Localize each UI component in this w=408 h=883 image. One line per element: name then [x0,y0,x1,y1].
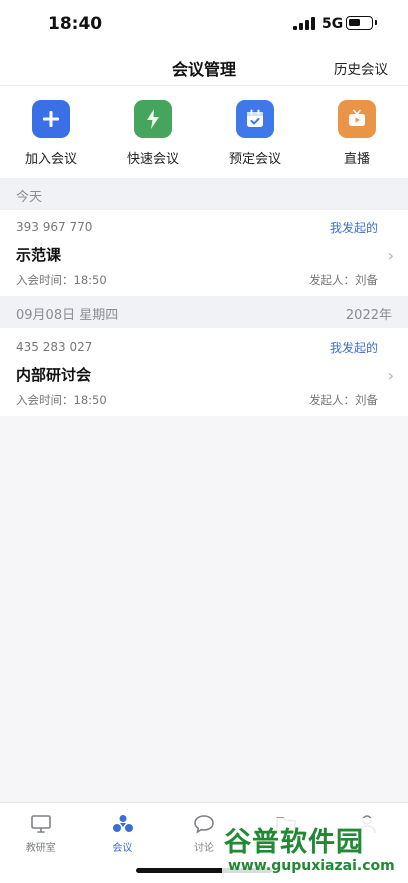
meeting-host: 发起人：刘备 [309,273,378,287]
join-meeting-button[interactable]: 加入会议 [0,86,102,178]
meeting-tag: 我发起的 [329,221,378,235]
schedule-meeting-label: 预定会议 [228,152,281,167]
chevron-right-icon: › [387,366,394,385]
meeting-icon [112,815,133,832]
tab-meeting[interactable]: 会议 [82,803,164,863]
lightning-icon [134,100,172,138]
quick-actions: 加入会议 快速会议 预定会议 直播 [0,86,408,178]
watermark-url: www.gupuxiazai.com [228,858,395,874]
monitor-icon [31,815,51,833]
meeting-join-time: 入会时间：18:50 [16,393,107,407]
status-bar: 18:40 5G [0,0,408,48]
quick-meeting-label: 快速会议 [126,152,179,167]
tab-label: 会议 [112,843,133,854]
plus-icon [32,100,70,138]
meeting-title: 内部研讨会 [16,366,92,384]
meeting-id: 393 967 770 [16,220,93,234]
empty-list-area [0,416,408,802]
live-stream-label: 直播 [343,152,370,167]
battery-icon [346,16,377,30]
calendar-icon [236,100,274,138]
status-time: 18:40 [48,14,103,34]
meeting-tag: 我发起的 [329,341,378,355]
date-section-header: 09月08日 星期四 2022年 [0,296,408,328]
chat-bubble-icon [194,815,214,834]
chevron-right-icon: › [387,246,394,265]
live-stream-button[interactable]: 直播 [306,86,408,178]
tab-label: 教研室 [25,843,56,854]
nav-bar: 会议管理 历史会议 [0,48,408,86]
schedule-meeting-button[interactable]: 预定会议 [204,86,306,178]
meeting-list-item[interactable]: 435 283 027 我发起的 内部研讨会 › 入会时间：18:50 发起人：… [0,330,408,416]
meeting-id: 435 283 027 [16,340,93,354]
tab-teaching-room[interactable]: 教研室 [0,803,82,863]
watermark-logo: 谷普软件园 [224,827,364,858]
meeting-title: 示范课 [16,246,62,264]
meeting-host: 发起人：刘备 [309,393,378,407]
signal-icon [293,17,315,30]
date-label: 今天 [16,190,43,205]
tv-icon [338,100,376,138]
meeting-list-item[interactable]: 393 967 770 我发起的 示范课 › 入会时间：18:50 发起人：刘备 [0,210,408,296]
meeting-join-time: 入会时间：18:50 [16,273,107,287]
join-meeting-label: 加入会议 [24,152,77,167]
network-label: 5G [322,16,344,32]
watermark: 谷普软件园 www.gupuxiazai.com [222,818,404,882]
history-meetings-link[interactable]: 历史会议 [334,58,388,78]
year-label: 2022年 [345,308,392,323]
date-label: 09月08日 星期四 [16,308,119,323]
date-section-header: 今天 [0,178,408,210]
quick-meeting-button[interactable]: 快速会议 [102,86,204,178]
